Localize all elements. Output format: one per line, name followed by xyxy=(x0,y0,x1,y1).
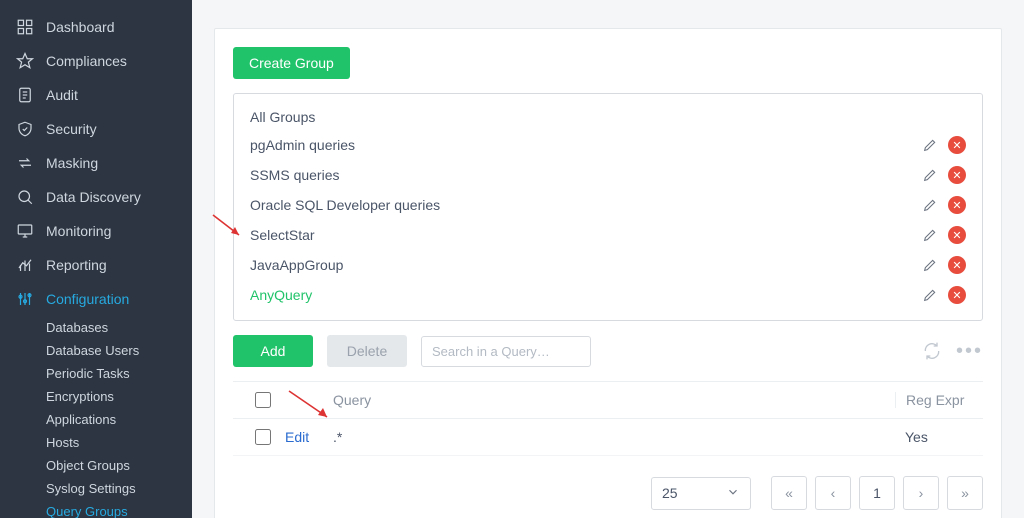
star-icon xyxy=(16,52,34,70)
subnav-syslog-settings[interactable]: Syslog Settings xyxy=(46,477,192,500)
group-row[interactable]: SSMS queries ✕ xyxy=(248,160,968,190)
cell-regexpr: Yes xyxy=(895,429,975,445)
create-group-button[interactable]: Create Group xyxy=(233,47,350,79)
group-name: All Groups xyxy=(250,109,315,125)
subnav-database-users[interactable]: Database Users xyxy=(46,339,192,362)
page-size-value: 25 xyxy=(662,485,678,501)
cell-query: .* xyxy=(333,429,895,445)
sidebar: Dashboard Compliances Audit Security Mas… xyxy=(0,0,192,518)
pager-prev[interactable]: ‹ xyxy=(815,476,851,510)
main: Create Group All Groups pgAdmin queries … xyxy=(192,0,1024,518)
edit-icon[interactable] xyxy=(920,135,940,155)
add-button[interactable]: Add xyxy=(233,335,313,367)
subnav-hosts[interactable]: Hosts xyxy=(46,431,192,454)
group-row[interactable]: Oracle SQL Developer queries ✕ xyxy=(248,190,968,220)
table-header: Query Reg Expr xyxy=(233,381,983,419)
select-all-checkbox[interactable] xyxy=(255,392,271,408)
query-table: Query Reg Expr Edit .* Yes xyxy=(233,381,983,456)
refresh-icon[interactable] xyxy=(922,341,942,361)
pager-current[interactable]: 1 xyxy=(859,476,895,510)
edit-icon[interactable] xyxy=(920,225,940,245)
search-input[interactable] xyxy=(421,336,591,367)
monitor-icon xyxy=(16,222,34,240)
nav-label: Masking xyxy=(46,155,98,171)
subnav-periodic-tasks[interactable]: Periodic Tasks xyxy=(46,362,192,385)
more-icon[interactable]: ••• xyxy=(956,340,983,363)
edit-icon[interactable] xyxy=(920,285,940,305)
nav-label: Reporting xyxy=(46,257,107,273)
nav-reporting[interactable]: Reporting xyxy=(0,248,192,282)
nav-label: Audit xyxy=(46,87,78,103)
pager-last[interactable]: » xyxy=(947,476,983,510)
document-icon xyxy=(16,86,34,104)
delete-icon[interactable]: ✕ xyxy=(948,286,966,304)
nav-label: Dashboard xyxy=(46,19,115,35)
pager-first[interactable]: « xyxy=(771,476,807,510)
page-size-select[interactable]: 25 xyxy=(651,477,751,510)
table-row: Edit .* Yes xyxy=(233,419,983,456)
subnav-databases[interactable]: Databases xyxy=(46,316,192,339)
header-regexpr: Reg Expr xyxy=(895,392,975,408)
sliders-icon xyxy=(16,290,34,308)
nav-compliances[interactable]: Compliances xyxy=(0,44,192,78)
group-name: SelectStar xyxy=(250,227,315,243)
nav-dashboard[interactable]: Dashboard xyxy=(0,10,192,44)
nav-monitoring[interactable]: Monitoring xyxy=(0,214,192,248)
nav-masking[interactable]: Masking xyxy=(0,146,192,180)
search-icon xyxy=(16,188,34,206)
group-row[interactable]: SelectStar ✕ xyxy=(248,220,968,250)
group-name: AnyQuery xyxy=(250,287,312,303)
subnav-query-groups[interactable]: Query Groups xyxy=(46,500,192,518)
group-row[interactable]: pgAdmin queries ✕ xyxy=(248,130,968,160)
group-row-all[interactable]: All Groups xyxy=(248,104,968,130)
group-name: pgAdmin queries xyxy=(250,137,355,153)
nav-label: Security xyxy=(46,121,97,137)
delete-icon[interactable]: ✕ xyxy=(948,196,966,214)
nav-data-discovery[interactable]: Data Discovery xyxy=(0,180,192,214)
content-card: Create Group All Groups pgAdmin queries … xyxy=(214,28,1002,518)
shield-icon xyxy=(16,120,34,138)
pager: 25 « ‹ 1 › » xyxy=(233,476,983,510)
nav-label: Monitoring xyxy=(46,223,111,239)
swap-icon xyxy=(16,154,34,172)
group-row[interactable]: JavaAppGroup ✕ xyxy=(248,250,968,280)
nav-configuration[interactable]: Configuration xyxy=(0,282,192,316)
nav-label: Configuration xyxy=(46,291,129,307)
nav-security[interactable]: Security xyxy=(0,112,192,146)
edit-icon[interactable] xyxy=(920,195,940,215)
chart-icon xyxy=(16,256,34,274)
subnav-object-groups[interactable]: Object Groups xyxy=(46,454,192,477)
subnav: Databases Database Users Periodic Tasks … xyxy=(0,316,192,518)
group-name: SSMS queries xyxy=(250,167,339,183)
header-query: Query xyxy=(333,392,895,408)
subnav-encryptions[interactable]: Encryptions xyxy=(46,385,192,408)
group-list: All Groups pgAdmin queries ✕ SSMS querie… xyxy=(233,93,983,321)
row-checkbox[interactable] xyxy=(255,429,271,445)
edit-icon[interactable] xyxy=(920,255,940,275)
action-row: Add Delete ••• xyxy=(233,335,983,367)
edit-icon[interactable] xyxy=(920,165,940,185)
chevron-down-icon xyxy=(726,485,740,502)
subnav-applications[interactable]: Applications xyxy=(46,408,192,431)
pager-next[interactable]: › xyxy=(903,476,939,510)
delete-icon[interactable]: ✕ xyxy=(948,166,966,184)
delete-icon[interactable]: ✕ xyxy=(948,226,966,244)
pager-buttons: « ‹ 1 › » xyxy=(771,476,983,510)
delete-icon[interactable]: ✕ xyxy=(948,256,966,274)
nav-audit[interactable]: Audit xyxy=(0,78,192,112)
group-row-selected[interactable]: AnyQuery ✕ xyxy=(248,280,968,310)
dashboard-icon xyxy=(16,18,34,36)
nav-label: Data Discovery xyxy=(46,189,141,205)
delete-button[interactable]: Delete xyxy=(327,335,407,367)
group-name: JavaAppGroup xyxy=(250,257,343,273)
nav-label: Compliances xyxy=(46,53,127,69)
edit-link[interactable]: Edit xyxy=(285,429,333,445)
group-name: Oracle SQL Developer queries xyxy=(250,197,440,213)
delete-icon[interactable]: ✕ xyxy=(948,136,966,154)
